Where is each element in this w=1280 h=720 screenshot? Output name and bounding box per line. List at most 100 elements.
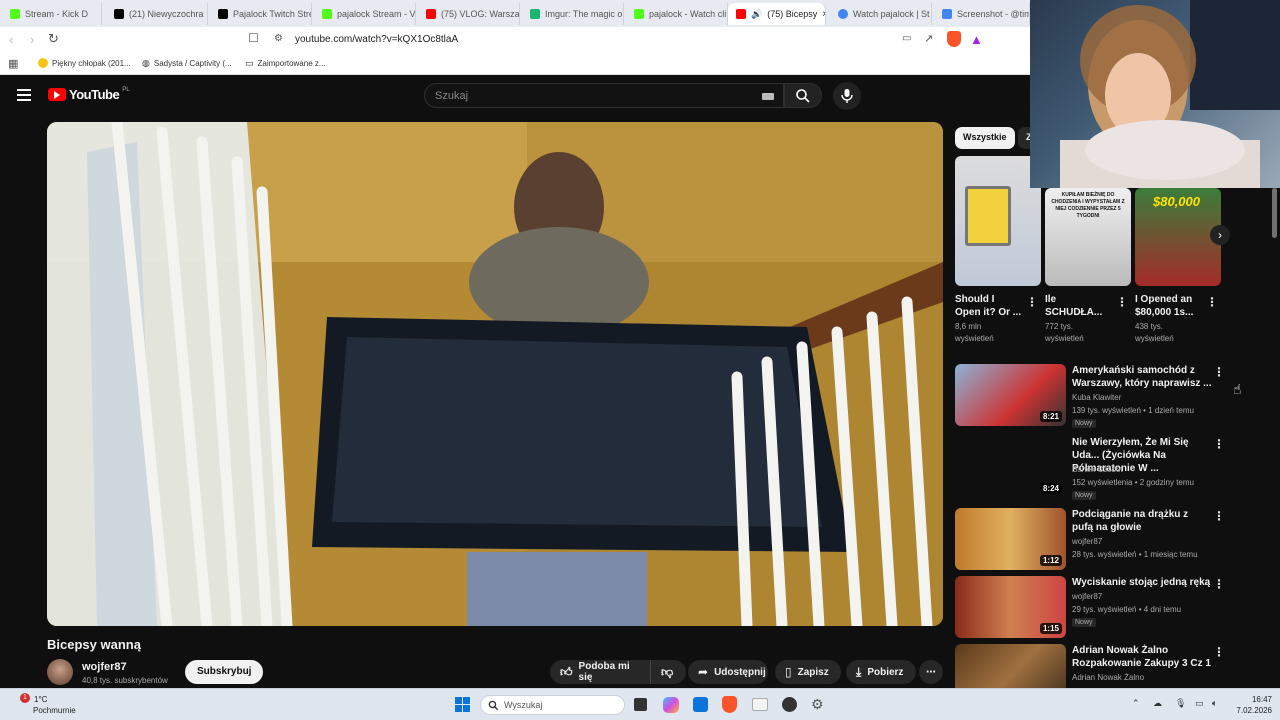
- more-icon[interactable]: ⋮: [1116, 295, 1128, 309]
- tab[interactable]: (75) VLOG: Warsza: [418, 3, 520, 25]
- tab[interactable]: Watch pajalock | St: [830, 3, 932, 25]
- cast-icon[interactable]: ▭: [902, 33, 911, 44]
- brave-rewards-icon[interactable]: ▲: [970, 32, 983, 47]
- search-button[interactable]: [784, 83, 822, 108]
- video-player[interactable]: [47, 122, 943, 626]
- bookmark-item[interactable]: ◍ Sadysta / Captivity (...: [142, 58, 232, 69]
- list-item[interactable]: 8:21 Amerykański samochód z Warszawy, kt…: [955, 364, 1225, 428]
- video-thumbnail: 1:15: [955, 576, 1066, 638]
- share-button[interactable]: ➦ Udostępnij: [688, 660, 768, 684]
- store-icon[interactable]: [693, 697, 708, 712]
- brave-shield-icon[interactable]: [947, 31, 961, 47]
- shorts-next-button[interactable]: ›: [1210, 225, 1230, 245]
- short-caption[interactable]: Ile SCHUDŁA... 772 tys. wyświetleń: [1045, 293, 1115, 345]
- search-input[interactable]: Szukaj: [424, 83, 784, 108]
- microphone-icon: [841, 89, 853, 103]
- like-button[interactable]: 👍︎ Podoba mi się: [550, 660, 650, 684]
- kick-icon: [10, 9, 20, 19]
- short-caption[interactable]: I Opened an $80,000 1s... 438 tys. wyświ…: [1135, 293, 1207, 345]
- list-item[interactable]: 1:12 Podciąganie na drążku z pufą na gło…: [955, 508, 1225, 572]
- bookmarks-bar: ▦ Piękny chłopak (201... ◍ Sadysta / Capt…: [0, 53, 1030, 75]
- weather-widget[interactable]: 1 1°C Pochmurnie: [12, 693, 92, 719]
- new-badge: Nowy: [1072, 419, 1096, 428]
- volume-icon[interactable]: 🔈︎: [1212, 698, 1217, 709]
- folder-icon: ▭: [245, 58, 254, 68]
- scrollbar-thumb[interactable]: [1272, 188, 1277, 238]
- download-button[interactable]: ⤓ Pobierz: [846, 660, 916, 684]
- bookmark-icon[interactable]: ☐: [248, 31, 259, 45]
- brave-browser-icon[interactable]: [722, 696, 737, 713]
- forward-icon[interactable]: ›: [30, 32, 34, 47]
- apps-icon[interactable]: ▦: [8, 57, 18, 70]
- channel-name[interactable]: wojfer87: [82, 661, 127, 673]
- tab[interactable]: (21) Niewyczochra: [106, 3, 208, 25]
- tab[interactable]: Pajalock Twitch Stre: [210, 3, 312, 25]
- bookmark-folder[interactable]: ▭ Zaimportowane z...: [245, 58, 326, 69]
- list-item[interactable]: Adrian Nowak Żalno Rozpakowanie Zakupy 3…: [955, 644, 1225, 688]
- youtube-play-icon: [48, 88, 66, 101]
- more-icon[interactable]: ⋮: [1213, 509, 1225, 523]
- tab-active[interactable]: 🔊(75) Bicepsy×: [728, 3, 826, 25]
- dislike-button[interactable]: 👎︎: [650, 660, 686, 684]
- twitch-icon: [838, 9, 848, 19]
- short-card[interactable]: $80,000: [1135, 188, 1221, 286]
- more-icon[interactable]: ⋮: [1213, 437, 1225, 451]
- tab[interactable]: pajalock - Watch cli: [626, 3, 728, 25]
- taskbar-search[interactable]: Wyszukaj: [480, 695, 625, 715]
- back-icon[interactable]: ‹: [9, 32, 13, 47]
- more-icon[interactable]: ⋮: [1026, 295, 1038, 309]
- tray-overflow-icon[interactable]: ⌃: [1132, 698, 1140, 709]
- globe-icon: ◍: [142, 58, 150, 68]
- channel-avatar[interactable]: [47, 659, 73, 685]
- task-view-icon[interactable]: [634, 698, 647, 711]
- new-badge: Nowy: [1072, 618, 1096, 627]
- start-button[interactable]: [455, 697, 470, 712]
- copilot-icon[interactable]: [663, 697, 679, 713]
- share-icon[interactable]: ↗: [924, 32, 933, 45]
- subscribe-button[interactable]: Subskrybuj: [185, 660, 264, 684]
- youtube-icon: [736, 9, 746, 19]
- keyboard-icon[interactable]: [762, 93, 774, 100]
- close-tab-icon[interactable]: ×: [822, 9, 825, 20]
- reload-icon[interactable]: ↻: [48, 31, 59, 47]
- tab[interactable]: Screenshot - @tim: [934, 3, 1030, 25]
- short-card[interactable]: KUPIŁAM BIEŻNIĘ DO CHODZENIA I WYPYSTAŁA…: [1045, 188, 1131, 286]
- video-thumbnail: 8:21: [955, 364, 1066, 426]
- menu-icon[interactable]: [17, 89, 31, 101]
- chip-all[interactable]: Wszystkie: [955, 127, 1015, 149]
- more-icon[interactable]: ⋮: [1206, 295, 1218, 309]
- tab[interactable]: Stream - Kick D: [2, 3, 102, 25]
- obs-icon[interactable]: [782, 697, 797, 712]
- more-actions-button[interactable]: ⋯: [919, 660, 943, 684]
- short-caption[interactable]: Should I Open it? Or ... 8,6 mln wyświet…: [955, 293, 1025, 345]
- clock[interactable]: 16:47 7.02.2026: [1230, 694, 1272, 716]
- file-explorer-icon[interactable]: [752, 698, 768, 711]
- weather-alert-icon: 1: [20, 693, 30, 703]
- railing-bars: [111, 122, 933, 626]
- network-icon[interactable]: ☁: [1153, 698, 1162, 709]
- download-icon: ⤓: [856, 664, 862, 679]
- tab[interactable]: pajalock Stream - V: [314, 3, 416, 25]
- site-info-icon[interactable]: ⚙: [274, 33, 283, 44]
- more-horizontal-icon: ⋯: [926, 666, 936, 678]
- browser-tab-bar: Stream - Kick D (21) Niewyczochra Pajalo…: [0, 0, 1030, 27]
- more-icon[interactable]: ⋮: [1213, 365, 1225, 379]
- list-item[interactable]: 8:24 Nie Wierzyłem, Że Mi Się Uda... (Ży…: [955, 436, 1225, 500]
- address-bar-row: ‹ › ↻ ☐ ⚙ youtube.com/watch?v=kQX1Oc8tla…: [0, 27, 1030, 53]
- tab[interactable]: Imgur: The magic o: [522, 3, 624, 25]
- display-icon[interactable]: ▭: [1195, 698, 1204, 709]
- microphone-tray-icon[interactable]: 🎙︎: [1175, 698, 1186, 709]
- youtube-logo[interactable]: YouTube PL: [48, 87, 130, 102]
- bookmark-item[interactable]: Piękny chłopak (201...: [38, 58, 131, 68]
- share-arrow-icon: ➦: [698, 665, 709, 679]
- more-icon[interactable]: ⋮: [1213, 645, 1225, 659]
- voice-search-button[interactable]: [833, 82, 861, 110]
- list-item[interactable]: 1:15 Wyciskanie stojąc jedną ręką wojfer…: [955, 576, 1225, 640]
- save-button[interactable]: ▯ Zapisz: [775, 660, 841, 684]
- short-card[interactable]: [955, 156, 1041, 286]
- video-thumbnail: [955, 644, 1066, 688]
- url-field[interactable]: youtube.com/watch?v=kQX1Oc8tlaA: [295, 34, 458, 45]
- more-icon[interactable]: ⋮: [1213, 577, 1225, 591]
- new-badge: Nowy: [1072, 491, 1096, 500]
- settings-icon[interactable]: ⚙: [811, 696, 827, 712]
